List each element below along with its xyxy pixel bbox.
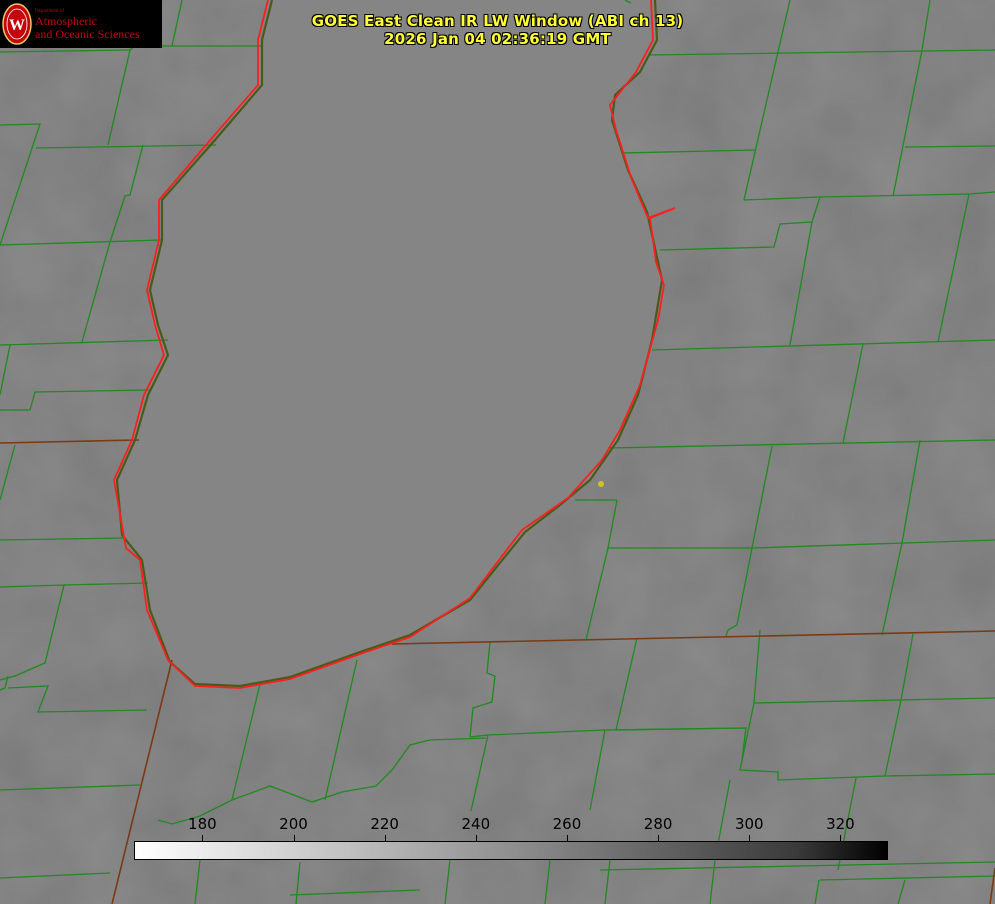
colorbar-tick-label: 220 bbox=[370, 815, 399, 833]
map-canvas bbox=[0, 0, 995, 904]
colorbar-tick-label: 180 bbox=[188, 815, 217, 833]
colorbar-tick-mark bbox=[658, 835, 660, 841]
colorbar-tick-label: 240 bbox=[461, 815, 491, 833]
colorbar-gradient bbox=[134, 841, 888, 860]
image-title: GOES East Clean IR LW Window (ABI ch 13) bbox=[311, 12, 684, 30]
image-timestamp: 2026 Jan 04 02:36:19 GMT bbox=[384, 30, 611, 48]
colorbar-tick-mark bbox=[749, 835, 751, 841]
colorbar-tick-label: 260 bbox=[552, 815, 582, 833]
satellite-image: W Department of Atmospheric and Oceanic … bbox=[0, 0, 995, 904]
colorbar-tick-mark bbox=[840, 835, 842, 841]
colorbar-tick-mark bbox=[293, 835, 295, 841]
colorbar-tick-mark bbox=[566, 835, 568, 841]
colorbar-tick-label: 200 bbox=[279, 815, 308, 833]
colorbar-tick-mark bbox=[475, 835, 477, 841]
colorbar-tick-label: 320 bbox=[826, 815, 855, 833]
location-marker bbox=[598, 481, 604, 487]
colorbar-tick-label: 280 bbox=[643, 815, 673, 833]
colorbar-tick-mark bbox=[384, 835, 386, 841]
colorbar-tick-label: 300 bbox=[734, 815, 764, 833]
colorbar-tick-mark bbox=[202, 835, 204, 841]
